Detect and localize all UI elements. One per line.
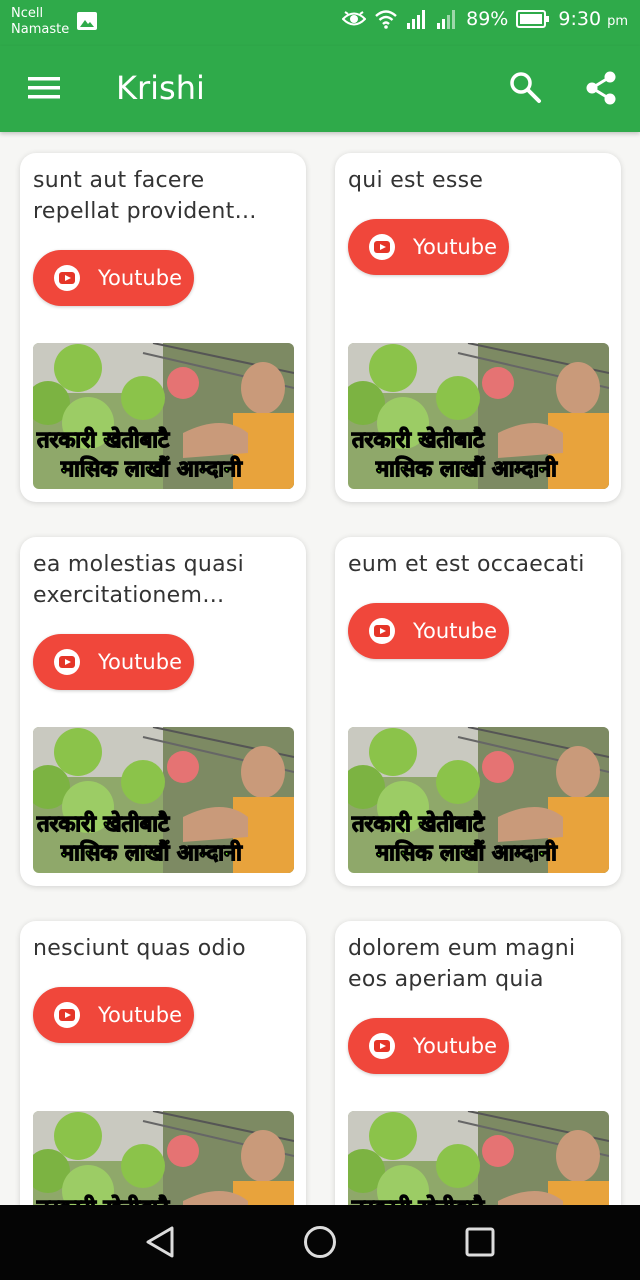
video-thumbnail[interactable]: तरकारी खेतीबाटैमासिक लाखौं आम्दानी <box>33 1111 294 1205</box>
youtube-button-label: Youtube <box>413 235 497 259</box>
youtube-button-label: Youtube <box>413 619 497 643</box>
back-icon <box>146 1226 174 1258</box>
menu-button[interactable] <box>28 75 60 101</box>
video-thumbnail[interactable]: तरकारी खेतीबाटैमासिक लाखौं आम्दानी <box>348 727 609 873</box>
video-grid[interactable]: sunt aut facere repellat provident occae… <box>0 132 640 1205</box>
eye-icon <box>342 11 367 26</box>
gallery-icon <box>77 12 97 30</box>
navigation-bar <box>0 1205 640 1280</box>
youtube-button-label: Youtube <box>98 266 182 290</box>
clock: 9:30 pm <box>558 8 628 30</box>
back-button[interactable] <box>140 1222 180 1262</box>
thumbnail-caption-line1: तरकारी खेतीबाटै <box>351 426 485 453</box>
card-title: eum et est occaecati <box>348 552 585 577</box>
status-icons: 89% 9:30 pm <box>342 8 628 30</box>
thumbnail-image: तरकारी खेतीबाटैमासिक लाखौं आम्दानी <box>348 1111 609 1205</box>
thumbnail-caption-line2: मासिक लाखौं आम्दानी <box>60 455 243 482</box>
wifi-icon <box>375 10 397 29</box>
video-card[interactable]: dolorem eum magni eos aperiam quia Youtub… <box>335 921 621 1205</box>
thumbnail-image: तरकारी खेतीबाटैमासिक लाखौं आम्दानी <box>348 727 609 873</box>
thumbnail-image: तरकारी खेतीबाटैमासिक लाखौं आम्दानी <box>33 727 294 873</box>
thumbnail-caption-line2: मासिक लाखौं आम्दानी <box>375 839 558 866</box>
menu-icon <box>28 77 60 99</box>
thumbnail-caption-line1: तरकारी खेतीबाटै <box>36 1194 170 1205</box>
youtube-button[interactable]: Youtube <box>348 603 509 659</box>
thumbnail-caption-line2: मासिक लाखौं आम्दानी <box>60 839 243 866</box>
card-title: sunt aut facere repellat provident occae… <box>33 168 235 224</box>
youtube-button-label: Youtube <box>98 650 182 674</box>
thumbnail-image: तरकारी खेतीबाटैमासिक लाखौं आम्दानी <box>33 343 294 489</box>
carrier-name: Ncell Namaste <box>11 6 70 37</box>
recents-icon <box>465 1227 495 1257</box>
youtube-button[interactable]: Youtube <box>33 634 194 690</box>
video-card[interactable]: eum et est occaecati Youtube तरकारी खेतीबा… <box>335 537 621 886</box>
youtube-icon <box>54 265 80 291</box>
card-title: ea molestias quasi exercitationem repell… <box>33 552 245 608</box>
card-title: dolorem eum magni eos aperiam quia <box>348 936 576 992</box>
youtube-button-label: Youtube <box>98 1003 182 1027</box>
home-button[interactable] <box>300 1222 340 1262</box>
card-title: nesciunt quas odio <box>33 936 246 961</box>
youtube-icon <box>369 618 395 644</box>
video-thumbnail[interactable]: तरकारी खेतीबाटैमासिक लाखौं आम्दानी <box>33 343 294 489</box>
thumbnail-caption-line1: तरकारी खेतीबाटै <box>351 810 485 837</box>
app-bar: Krishi <box>0 46 640 132</box>
video-thumbnail[interactable]: तरकारी खेतीबाटैमासिक लाखौं आम्दानी <box>348 343 609 489</box>
status-bar: Ncell Namaste 89% 9:30 pm <box>0 0 640 46</box>
youtube-button[interactable]: Youtube <box>348 219 509 275</box>
signal-icon <box>407 10 426 29</box>
signal-icon <box>437 10 456 29</box>
youtube-button-label: Youtube <box>413 1034 497 1058</box>
video-card[interactable]: ea molestias quasi exercitationem repell… <box>20 537 306 886</box>
video-card[interactable]: sunt aut facere repellat provident occae… <box>20 153 306 502</box>
video-card[interactable]: qui est esse Youtube तरकारी खेतीबाटै मासिक … <box>335 153 621 502</box>
thumbnail-caption-line1: तरकारी खेतीबाटै <box>351 1194 485 1205</box>
youtube-icon <box>54 1002 80 1028</box>
battery-icon <box>516 10 550 28</box>
thumbnail-image: तरकारी खेतीबाटैमासिक लाखौं आम्दानी <box>348 343 609 489</box>
thumbnail-caption-line2: मासिक लाखौं आम्दानी <box>375 455 558 482</box>
battery-percentage: 89% <box>466 8 509 30</box>
youtube-icon <box>54 649 80 675</box>
recents-button[interactable] <box>460 1222 500 1262</box>
home-icon <box>304 1226 336 1258</box>
video-card[interactable]: nesciunt quas odio Youtube तरकारी खेतीबाटै… <box>20 921 306 1205</box>
app-title: Krishi <box>116 69 205 107</box>
youtube-button[interactable]: Youtube <box>33 987 194 1043</box>
thumbnail-image: तरकारी खेतीबाटैमासिक लाखौं आम्दानी <box>33 1111 294 1205</box>
youtube-icon <box>369 1033 395 1059</box>
search-icon <box>510 72 541 103</box>
thumbnail-caption-line1: तरकारी खेतीबाटै <box>36 426 170 453</box>
video-thumbnail[interactable]: तरकारी खेतीबाटैमासिक लाखौं आम्दानी <box>33 727 294 873</box>
card-title: qui est esse <box>348 168 484 193</box>
search-button[interactable] <box>508 70 542 104</box>
youtube-button[interactable]: Youtube <box>33 250 194 306</box>
video-thumbnail[interactable]: तरकारी खेतीबाटैमासिक लाखौं आम्दानी <box>348 1111 609 1205</box>
share-button[interactable] <box>584 70 618 106</box>
youtube-button[interactable]: Youtube <box>348 1018 509 1074</box>
youtube-icon <box>369 234 395 260</box>
thumbnail-caption-line1: तरकारी खेतीबाटै <box>36 810 170 837</box>
share-icon <box>586 71 616 105</box>
